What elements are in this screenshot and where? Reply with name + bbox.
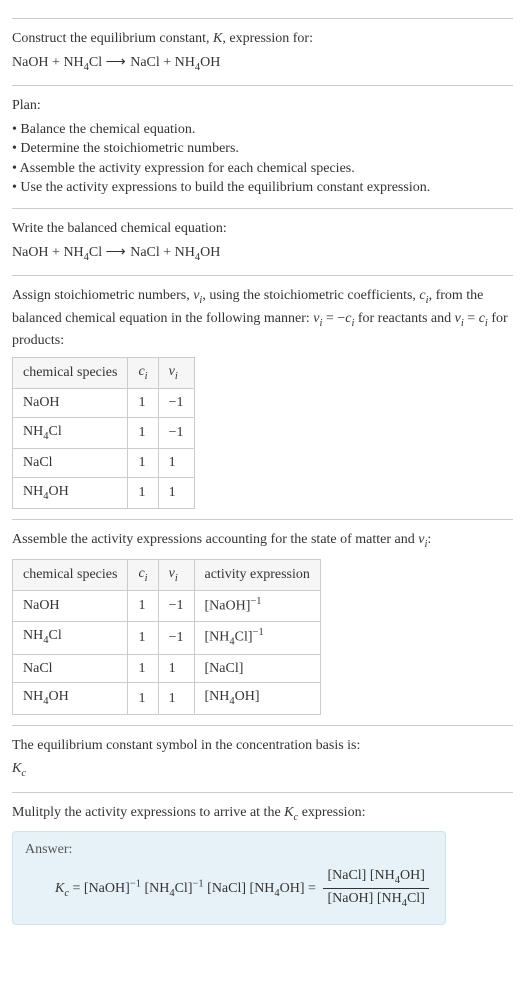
cell-vi: 1 — [158, 477, 194, 508]
cell-ci: 1 — [128, 621, 158, 654]
symbol-section: The equilibrium constant symbol in the c… — [12, 725, 513, 782]
table-row: NaOH 1 −1 — [13, 389, 195, 418]
cell-vi: −1 — [158, 621, 194, 654]
table-row: NH4OH 1 1 [NH4OH] — [13, 683, 321, 714]
table-row: NaCl 1 1 — [13, 449, 195, 478]
activity-text: Assemble the activity expressions accoun… — [12, 530, 513, 552]
table-row: NaCl 1 1 [NaCl] — [13, 654, 321, 683]
col-species: chemical species — [13, 559, 128, 590]
cell-vi: 1 — [158, 654, 194, 683]
cell-species: NH4Cl — [13, 621, 128, 654]
table-row: NaOH 1 −1 [NaOH]−1 — [13, 591, 321, 621]
answer-denominator: [NaOH] [NH4Cl] — [323, 889, 428, 911]
cell-species: NaCl — [13, 654, 128, 683]
cell-species: NaOH — [13, 591, 128, 621]
cell-expr: [NH4Cl]−1 — [194, 621, 320, 654]
cell-ci: 1 — [128, 683, 158, 714]
answer-box: Answer: Kc = [NaOH]−1 [NH4Cl]−1 [NaCl] [… — [12, 831, 446, 925]
final-text: Mulitply the activity expressions to arr… — [12, 803, 513, 825]
table-row: NH4Cl 1 −1 — [13, 417, 195, 448]
answer-expression: Kc = [NaOH]−1 [NH4Cl]−1 [NaCl] [NH4OH] =… — [25, 866, 433, 912]
cell-ci: 1 — [128, 477, 158, 508]
cell-ci: 1 — [128, 389, 158, 418]
cell-species: NH4OH — [13, 683, 128, 714]
plan-list: Balance the chemical equation. Determine… — [12, 120, 513, 198]
cell-ci: 1 — [128, 417, 158, 448]
cell-vi: −1 — [158, 591, 194, 621]
cell-vi: −1 — [158, 417, 194, 448]
col-expr: activity expression — [194, 559, 320, 590]
cell-expr: [NH4OH] — [194, 683, 320, 714]
cell-vi: −1 — [158, 389, 194, 418]
balanced-heading: Write the balanced chemical equation: — [12, 219, 513, 239]
final-section: Mulitply the activity expressions to arr… — [12, 792, 513, 931]
col-vi: νi — [158, 357, 194, 388]
table-row: NH4OH 1 1 — [13, 477, 195, 508]
stoich-text: Assign stoichiometric numbers, νi, using… — [12, 286, 513, 351]
intro-section: Construct the equilibrium constant, K, e… — [12, 18, 513, 75]
plan-item: Assemble the activity expression for eac… — [12, 159, 513, 179]
plan-item: Balance the chemical equation. — [12, 120, 513, 140]
col-ci: ci — [128, 357, 158, 388]
cell-species: NH4Cl — [13, 417, 128, 448]
cell-vi: 1 — [158, 683, 194, 714]
table-header-row: chemical species ci νi — [13, 357, 195, 388]
cell-vi: 1 — [158, 449, 194, 478]
cell-species: NaCl — [13, 449, 128, 478]
stoich-table: chemical species ci νi NaOH 1 −1 NH4Cl 1… — [12, 357, 195, 510]
cell-expr: [NaCl] — [194, 654, 320, 683]
table-header-row: chemical species ci νi activity expressi… — [13, 559, 321, 590]
answer-label: Answer: — [25, 840, 433, 860]
intro-equation: NaOH + NH4Cl ⟶ NaCl + NH4OH — [12, 53, 513, 75]
cell-ci: 1 — [128, 591, 158, 621]
cell-ci: 1 — [128, 654, 158, 683]
symbol-text: The equilibrium constant symbol in the c… — [12, 736, 513, 756]
cell-expr: [NaOH]−1 — [194, 591, 320, 621]
answer-numerator: [NaCl] [NH4OH] — [323, 866, 428, 889]
col-species: chemical species — [13, 357, 128, 388]
col-ci: ci — [128, 559, 158, 590]
table-row: NH4Cl 1 −1 [NH4Cl]−1 — [13, 621, 321, 654]
symbol-value: Kc — [12, 759, 513, 781]
col-vi: νi — [158, 559, 194, 590]
cell-species: NH4OH — [13, 477, 128, 508]
activity-section: Assemble the activity expressions accoun… — [12, 519, 513, 714]
plan-item: Determine the stoichiometric numbers. — [12, 139, 513, 159]
stoich-section: Assign stoichiometric numbers, νi, using… — [12, 275, 513, 509]
balanced-section: Write the balanced chemical equation: Na… — [12, 208, 513, 265]
plan-heading: Plan: — [12, 96, 513, 116]
cell-ci: 1 — [128, 449, 158, 478]
intro-line1: Construct the equilibrium constant, K, e… — [12, 29, 513, 49]
activity-table: chemical species ci νi activity expressi… — [12, 559, 321, 715]
cell-species: NaOH — [13, 389, 128, 418]
plan-item: Use the activity expressions to build th… — [12, 178, 513, 198]
plan-section: Plan: Balance the chemical equation. Det… — [12, 85, 513, 198]
balanced-equation: NaOH + NH4Cl ⟶ NaCl + NH4OH — [12, 243, 513, 265]
